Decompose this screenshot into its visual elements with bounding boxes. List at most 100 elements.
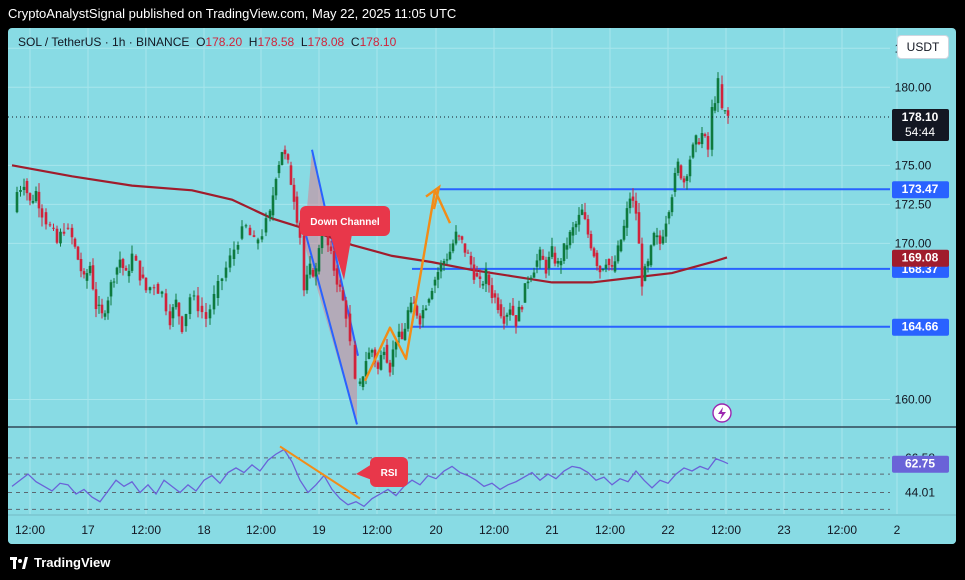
candle-body bbox=[388, 362, 392, 373]
candle bbox=[679, 164, 683, 181]
candle-body bbox=[236, 245, 240, 250]
candle-body bbox=[171, 307, 175, 319]
candle-body bbox=[118, 259, 122, 268]
candle-body bbox=[28, 193, 32, 201]
candle-body bbox=[679, 165, 683, 179]
chart-svg[interactable]: Down ChannelRSI182.50180.00175.00172.501… bbox=[8, 28, 956, 544]
candle bbox=[577, 207, 581, 232]
candle bbox=[574, 221, 578, 235]
candle-body bbox=[723, 110, 727, 112]
candle-body bbox=[430, 290, 434, 300]
time-tick-label: 12:00 bbox=[362, 523, 392, 537]
candle-body bbox=[562, 243, 566, 261]
candle bbox=[148, 286, 152, 294]
candle bbox=[31, 194, 35, 205]
candle-body bbox=[565, 245, 569, 250]
candle bbox=[295, 191, 299, 226]
candle-body bbox=[286, 154, 290, 160]
candle bbox=[520, 305, 524, 313]
candle bbox=[517, 300, 521, 322]
candle bbox=[508, 302, 512, 321]
candle bbox=[52, 223, 55, 231]
candle-body bbox=[341, 290, 345, 301]
candle-body bbox=[332, 250, 336, 271]
candle-body bbox=[607, 258, 611, 266]
candle bbox=[97, 296, 101, 314]
candle bbox=[317, 244, 321, 275]
candle bbox=[216, 275, 220, 306]
candle bbox=[716, 72, 720, 113]
candle bbox=[496, 293, 500, 314]
candle bbox=[100, 298, 104, 319]
lightning-icon bbox=[712, 403, 732, 423]
candle bbox=[76, 245, 80, 261]
candle-body bbox=[97, 304, 101, 306]
candle bbox=[649, 244, 653, 268]
candle-body bbox=[436, 272, 440, 280]
candle bbox=[460, 235, 464, 244]
candle bbox=[141, 266, 145, 280]
candle bbox=[703, 132, 707, 138]
candle-body bbox=[403, 328, 407, 341]
candle-body bbox=[232, 249, 236, 259]
candle-body bbox=[505, 314, 509, 317]
candle-body bbox=[335, 268, 339, 285]
candle-body bbox=[628, 198, 632, 209]
candle-body bbox=[424, 308, 428, 311]
candle bbox=[673, 167, 677, 197]
candle bbox=[484, 262, 488, 292]
candle bbox=[156, 282, 160, 294]
candle bbox=[232, 241, 236, 266]
candle bbox=[382, 347, 386, 360]
chart-panel[interactable]: Down ChannelRSI182.50180.00175.00172.501… bbox=[8, 28, 956, 544]
candle-body bbox=[688, 159, 692, 177]
candle-body bbox=[308, 263, 312, 275]
candle bbox=[613, 255, 617, 273]
candle-body bbox=[613, 261, 617, 272]
candle-body bbox=[535, 260, 539, 267]
candle bbox=[592, 246, 596, 258]
candle-body bbox=[271, 195, 275, 216]
candle bbox=[240, 220, 244, 241]
candle-body bbox=[252, 235, 256, 237]
candle-body bbox=[478, 276, 482, 279]
candle-body bbox=[541, 255, 545, 260]
candle-body bbox=[134, 255, 138, 261]
footer-brand[interactable]: TradingView bbox=[10, 555, 110, 570]
candle bbox=[204, 303, 208, 328]
candle-body bbox=[448, 251, 452, 260]
candle bbox=[103, 310, 107, 321]
candle bbox=[595, 250, 599, 271]
candle-body bbox=[622, 225, 626, 240]
candle bbox=[451, 239, 455, 254]
candle-body bbox=[283, 149, 287, 155]
candle bbox=[220, 277, 224, 291]
candle bbox=[19, 185, 22, 197]
candle-body bbox=[670, 197, 674, 213]
candle-body bbox=[682, 178, 686, 183]
candle-body bbox=[216, 280, 220, 299]
candle bbox=[713, 96, 717, 114]
candle-body bbox=[82, 271, 86, 275]
open-value: 178.20 bbox=[205, 35, 243, 49]
candle bbox=[124, 265, 128, 271]
candle bbox=[174, 293, 178, 310]
candle-body bbox=[409, 302, 413, 313]
candle-body bbox=[559, 260, 563, 266]
candle-body bbox=[710, 107, 714, 150]
symbol-label[interactable]: SOL / TetherUS · 1h · BINANCE bbox=[18, 35, 189, 49]
candle-body bbox=[460, 236, 464, 240]
candle bbox=[427, 297, 431, 306]
candle-body bbox=[574, 223, 578, 228]
candle bbox=[646, 258, 650, 273]
level-price-tag: 173.47 bbox=[892, 181, 949, 199]
candle-body bbox=[631, 196, 635, 201]
candle-body bbox=[649, 245, 653, 266]
time-tick-label: 12:00 bbox=[246, 523, 276, 537]
currency-button[interactable]: USDT bbox=[897, 35, 949, 59]
candle-body bbox=[454, 231, 458, 244]
candle bbox=[91, 258, 95, 291]
candle bbox=[580, 203, 584, 216]
candle bbox=[22, 178, 26, 196]
candle bbox=[424, 305, 428, 311]
